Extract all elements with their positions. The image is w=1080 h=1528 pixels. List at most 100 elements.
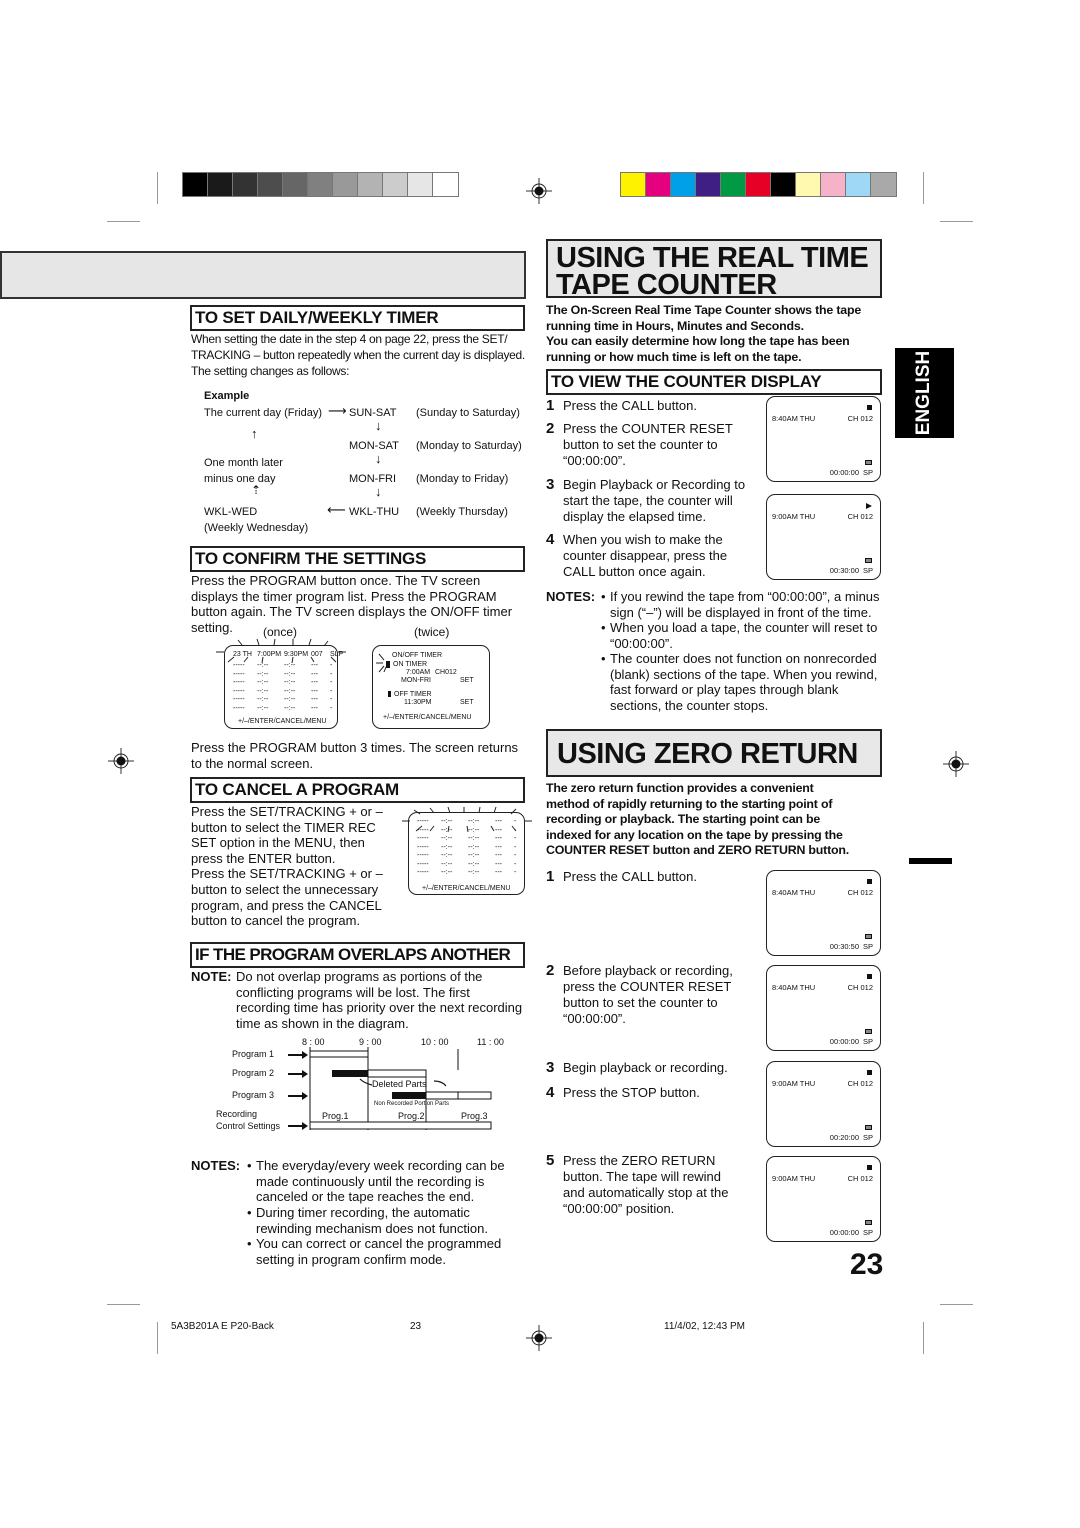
counter-intro: The On-Screen Real Time Tape Counter sho… [546,303,891,365]
screen-speed: SP [862,566,873,575]
stop-icon [867,1070,872,1075]
arrow-right-icon [288,1092,308,1100]
blank-cell: --:-- [284,670,296,678]
bullet-icon: • [247,1236,252,1251]
once-label: (once) [263,625,298,639]
grayscale-calibration-bar [182,172,459,197]
blank-cell: --:-- [257,670,269,678]
screen-counter: 00:00:00 [829,1037,859,1046]
off-timer-label: OFF TIMER [394,691,432,698]
color-swatch [183,173,208,196]
blank-cell: - [330,679,333,686]
step-text: Press the ZERO RETURN button. The tape wi… [563,1153,729,1217]
text-line: If you rewind the tape from “00:00:00”, … [610,589,880,604]
blank-cell: --- [311,687,318,695]
text-line: You can easily determine how long the ta… [546,334,850,349]
text-line: rewinding mechanism does not function. [256,1220,488,1236]
blank-cell: --- [311,679,318,686]
note-label: NOTE: [191,969,232,984]
title-line: TAPE COUNTER [556,269,777,301]
bullet-icon: • [601,620,606,635]
arrow-up-icon: ↑ [251,426,258,441]
cassette-icon [865,1220,872,1225]
note-text: During timer recording, the automatic re… [256,1205,488,1236]
daily-weekly-intro: When setting the date in the step 4 on p… [191,331,531,379]
blank-cell: --:-- [468,835,480,842]
color-calibration-bar [620,172,897,197]
stop-icon [867,405,872,410]
blank-cell: --:-- [257,679,269,686]
text-line: sign (“–”) will be displayed in front of… [610,604,872,620]
registration-mark-icon [943,751,969,777]
text-line: When you load a tape, the counter will r… [610,620,878,635]
off-set: SET [460,699,474,706]
note-text: If you rewind the tape from “00:00:00”, … [610,589,880,620]
mode-desc: (Monday to Friday) [416,473,509,485]
language-tab: ENGLISH [895,348,954,438]
text-line: setting. [191,619,233,635]
text-line: Press the ZERO RETURN [563,1153,716,1168]
color-swatch [671,173,696,196]
color-swatch [871,173,896,196]
text-line: button to set the counter to [563,995,718,1010]
text-line: Press the SET/TRACKING + or – [191,866,383,882]
blank-cell: --:-- [284,696,296,703]
arrow-down-icon: ↓ [375,418,382,433]
text-line: Begin playback or recording. [563,1060,728,1075]
wkl-wed-desc: (Weekly Wednesday) [204,522,309,534]
screen-time: 9:00AM THU [772,512,816,521]
text-line: time as shown in the diagram. [236,1015,409,1031]
text-line: setting in program confirm mode. [256,1251,447,1267]
screen-time: 8:40AM THU [772,983,816,992]
cassette-icon [865,1125,872,1130]
text-line: “00:00:00”. [563,453,626,468]
crop-mark [157,1322,158,1354]
step-number: 3 [546,476,555,493]
step-text: Press the CALL button. [563,398,697,414]
flashing-rays-icon [376,653,387,673]
heading-zero-return: USING ZERO RETURN [546,729,882,777]
text-line: Begin Playback or Recording to [563,477,746,492]
gray-header-band [0,251,526,299]
arrow-down-icon: ↓ [375,484,382,499]
step-number: 4 [546,1084,555,1101]
blank-cell: ----- [417,835,429,842]
mode-desc: (Monday to Saturday) [416,440,522,452]
color-swatch [358,173,383,196]
registration-mark-icon [526,178,552,204]
step-text: Press the CALL button. [563,869,697,885]
arrow-left-icon: ⟵ [327,502,346,517]
heading-program-overlaps: IF THE PROGRAM OVERLAPS ANOTHER [190,942,525,968]
step-text: Begin Playback or Recording to start the … [563,477,745,525]
color-swatch [383,173,408,196]
blank-cell: - [330,704,333,712]
text-line: display the elapsed time. [563,509,707,524]
screen-speed: SP [862,1133,873,1142]
blank-cell: - [330,687,333,695]
cassette-icon [865,934,872,939]
non-recorded-label: Non Recorded Portion Parts [374,1101,450,1107]
step-number: 1 [546,397,555,414]
step-text: Press the STOP button. [563,1085,700,1101]
text-line: recording time has priority over the nex… [236,1000,523,1016]
on-channel: CH012 [435,669,457,676]
screen-time: 8:40AM THU [772,888,816,897]
blank-cell: --:-- [441,869,453,876]
on-days: MON-FRI [401,677,431,684]
blank-cell: ----- [417,852,429,859]
program-1-bar [309,1050,369,1058]
crop-mark [157,172,158,204]
screen-speed: SP [862,468,873,477]
color-swatch [646,173,671,196]
minus-one-day: minus one day [204,473,276,485]
on-off-title: ON/OFF TIMER [392,652,443,659]
color-swatch [721,173,746,196]
blank-cell: --:-- [468,852,480,859]
blank-cell: --- [311,696,318,703]
mode-code: SUN-SAT [349,407,397,419]
screen-counter: 00:00:00 [829,468,859,477]
text-line: indexed for any location on the tape by … [546,827,843,842]
blank-cell: ----- [233,670,245,678]
screen-channel: CH 012 [847,1174,873,1183]
result-label: Prog.3 [461,1111,488,1121]
